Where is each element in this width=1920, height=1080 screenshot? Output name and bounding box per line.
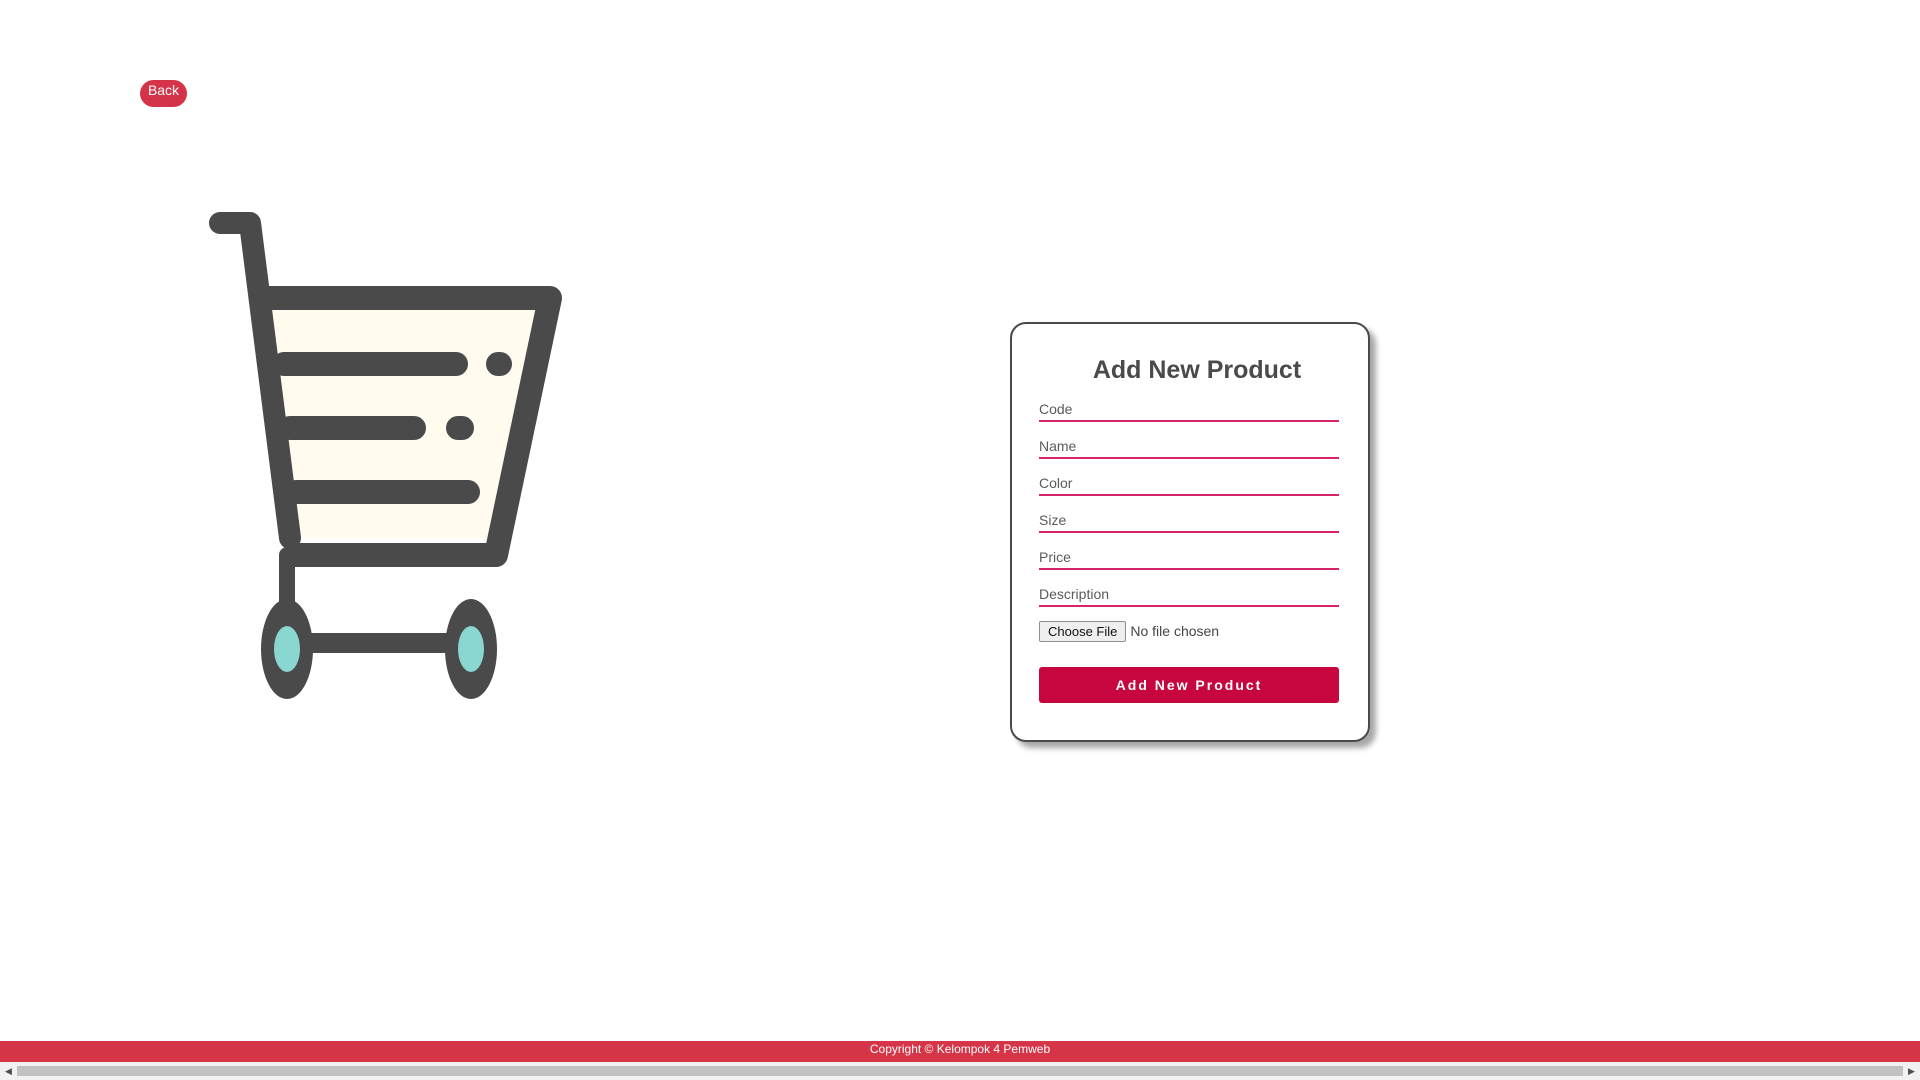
add-product-button[interactable]: Add New Product [1039,667,1339,703]
size-input[interactable] [1039,509,1339,533]
file-upload: Choose File No file chosen [1039,620,1219,642]
page: Back Add New Product Choose File [0,0,1920,1080]
copyright-text: Copyright © Kelompok 4 Pemweb [869,1042,1051,1056]
add-product-form: Add New Product Choose File No file chos… [1010,322,1370,742]
price-input[interactable] [1039,546,1339,570]
choose-file-button[interactable]: Choose File [1039,620,1127,642]
name-input[interactable] [1039,435,1339,459]
description-input[interactable] [1039,583,1339,607]
back-button[interactable]: Back [140,80,187,107]
scrollbar-thumb[interactable] [17,1066,1903,1076]
shopping-cart-icon [209,212,562,699]
horizontal-scrollbar[interactable]: ◀ ▶ [0,1062,1920,1080]
color-input[interactable] [1039,472,1339,496]
footer: Copyright © Kelompok 4 Pemweb [0,1041,1920,1062]
scroll-right-icon[interactable]: ▶ [1903,1062,1920,1080]
file-status: No file chosen [1130,623,1220,639]
form-title: Add New Product [1092,356,1302,384]
code-input[interactable] [1039,398,1339,422]
scroll-left-icon[interactable]: ◀ [0,1062,17,1080]
